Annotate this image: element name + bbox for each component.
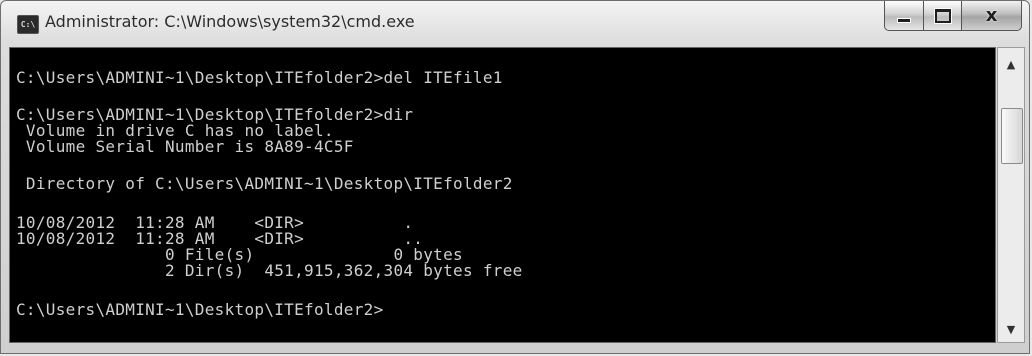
maximize-icon <box>934 8 951 23</box>
console-line: Volume Serial Number is 8A89-4C5F <box>16 137 354 156</box>
close-button[interactable]: x <box>962 1 1022 31</box>
console-line: C:\Users\ADMINI~1\Desktop\ITEfolder2>del… <box>16 68 503 87</box>
close-icon: x <box>985 5 998 26</box>
console-line: 2 Dir(s) 451,915,362,304 bytes free <box>16 261 523 280</box>
console-prompt-line: C:\Users\ADMINI~1\Desktop\ITEfolder2> <box>16 300 384 319</box>
cmd-window: C:\ Administrator: C:\Windows\system32\c… <box>0 0 1030 354</box>
scroll-up-icon[interactable]: ▲ <box>998 58 1024 71</box>
vertical-scrollbar[interactable]: ▲ ▼ <box>997 47 1025 343</box>
minimize-button[interactable] <box>884 1 924 31</box>
maximize-button[interactable] <box>924 1 962 31</box>
scroll-thumb[interactable] <box>1001 108 1023 164</box>
title-bar[interactable]: C:\ Administrator: C:\Windows\system32\c… <box>1 1 1029 45</box>
window-title: Administrator: C:\Windows\system32\cmd.e… <box>45 12 415 31</box>
minimize-icon <box>898 18 910 22</box>
scroll-down-icon[interactable]: ▼ <box>998 323 1024 336</box>
console-line: Directory of C:\Users\ADMINI~1\Desktop\I… <box>16 174 513 193</box>
cmd-icon: C:\ <box>17 15 39 34</box>
caption-buttons: x <box>884 1 1022 31</box>
console-output[interactable]: C:\Users\ADMINI~1\Desktop\ITEfolder2>del… <box>9 47 996 343</box>
